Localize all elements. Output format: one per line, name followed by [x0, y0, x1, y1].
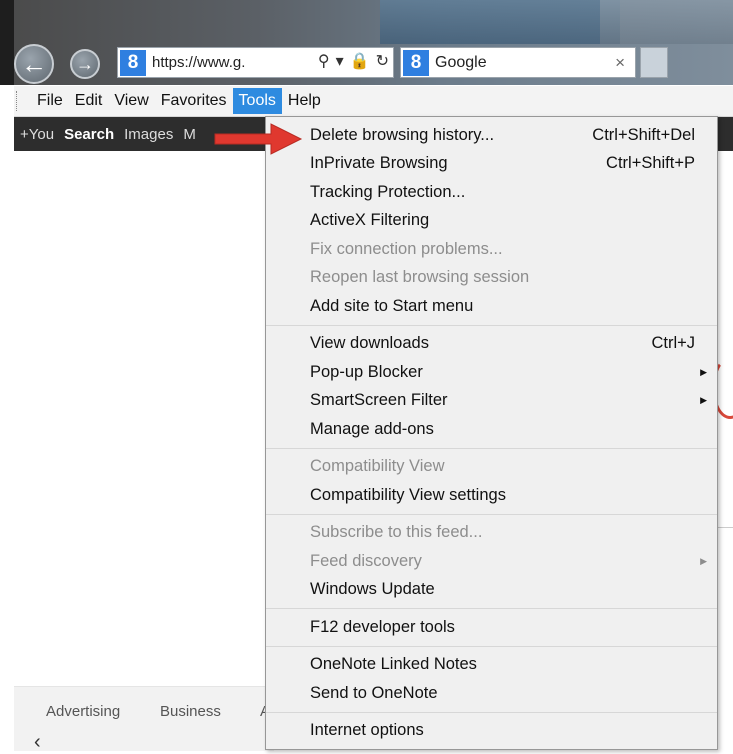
- tab-title: Google: [435, 53, 487, 71]
- page-footer: Advertising Business A ‹: [14, 686, 274, 754]
- desktop-background-right: [600, 0, 733, 44]
- menu-item-manage-addons[interactable]: Manage add-ons: [266, 415, 717, 444]
- menu-tools[interactable]: Tools: [232, 88, 282, 114]
- menu-item-inprivate-browsing[interactable]: InPrivate Browsing Ctrl+Shift+P: [266, 150, 717, 179]
- menu-item-label: Reopen last browsing session: [310, 268, 530, 287]
- menu-item-smartscreen-filter[interactable]: SmartScreen Filter ▶: [266, 387, 717, 416]
- menu-bar: File Edit View Favorites Tools Help: [14, 86, 733, 117]
- google-bar-maps[interactable]: M: [183, 126, 196, 143]
- refresh-icon[interactable]: ↻: [376, 51, 389, 71]
- menu-group: OneNote Linked Notes Send to OneNote: [266, 647, 717, 713]
- menu-item-activex-filtering[interactable]: ActiveX Filtering: [266, 207, 717, 236]
- menu-edit[interactable]: Edit: [69, 88, 109, 114]
- menu-item-shortcut: Ctrl+Shift+P: [606, 154, 695, 173]
- menu-item-label: SmartScreen Filter: [310, 391, 448, 410]
- menu-item-delete-browsing-history[interactable]: Delete browsing history... Ctrl+Shift+De…: [266, 121, 717, 150]
- menu-item-compatibility-view: Compatibility View: [266, 453, 717, 482]
- google-bar-you[interactable]: +You: [20, 126, 54, 143]
- menu-item-label: Add site to Start menu: [310, 296, 474, 315]
- submenu-arrow-icon: ▶: [700, 366, 707, 377]
- menu-item-feed-discovery: Feed discovery ▶: [266, 547, 717, 576]
- menu-item-label: Internet options: [310, 721, 424, 740]
- menu-group: View downloads Ctrl+J Pop-up Blocker ▶ S…: [266, 326, 717, 449]
- menu-item-f12-developer-tools[interactable]: F12 developer tools: [266, 613, 717, 642]
- menu-item-label: F12 developer tools: [310, 617, 455, 636]
- address-bar[interactable]: 8 https://www.g. ⚲ ▾ 🔒 ↻: [117, 47, 394, 78]
- tab-google[interactable]: 8 Google ×: [400, 47, 636, 78]
- menu-item-label: Tracking Protection...: [310, 182, 466, 201]
- menu-item-label: Delete browsing history...: [310, 125, 495, 144]
- menu-item-label: Pop-up Blocker: [310, 362, 423, 381]
- menu-item-shortcut: Ctrl+J: [651, 334, 695, 353]
- menu-item-label: Compatibility View: [310, 457, 445, 476]
- menu-item-label: Fix connection problems...: [310, 239, 503, 258]
- menu-item-label: OneNote Linked Notes: [310, 655, 477, 674]
- menu-item-windows-update[interactable]: Windows Update: [266, 576, 717, 605]
- page-divider: [718, 527, 733, 528]
- submenu-arrow-icon: ▶: [700, 555, 707, 566]
- back-button[interactable]: ←: [14, 44, 54, 84]
- menu-item-compatibility-view-settings[interactable]: Compatibility View settings: [266, 481, 717, 510]
- scroll-left-icon[interactable]: ‹: [34, 731, 41, 754]
- menu-item-fix-connection-problems: Fix connection problems...: [266, 235, 717, 264]
- google-bar-images[interactable]: Images: [124, 126, 173, 143]
- menu-item-label: Compatibility View settings: [310, 485, 506, 504]
- new-tab-button[interactable]: [640, 47, 668, 78]
- menu-item-label: Windows Update: [310, 580, 435, 599]
- footer-link-advertising[interactable]: Advertising: [46, 703, 120, 720]
- menu-item-popup-blocker[interactable]: Pop-up Blocker ▶: [266, 358, 717, 387]
- menu-group: Internet options: [266, 713, 717, 750]
- google-favicon-icon: 8: [120, 49, 146, 76]
- arrow-left-icon: ←: [21, 48, 47, 79]
- menu-group: F12 developer tools: [266, 609, 717, 647]
- menu-item-label: Manage add-ons: [310, 419, 434, 438]
- footer-link-business[interactable]: Business: [160, 703, 221, 720]
- menu-item-label: Send to OneNote: [310, 683, 438, 702]
- google-bar-search[interactable]: Search: [64, 126, 114, 143]
- search-icon[interactable]: ⚲: [318, 51, 330, 71]
- forward-button[interactable]: →: [70, 49, 100, 79]
- browser-chrome: ← → 8 https://www.g. ⚲ ▾ 🔒 ↻ 8 Google ×: [0, 0, 733, 85]
- menu-item-shortcut: Ctrl+Shift+Del: [592, 125, 695, 144]
- menu-item-tracking-protection[interactable]: Tracking Protection...: [266, 178, 717, 207]
- menu-item-label: InPrivate Browsing: [310, 154, 448, 173]
- menu-view[interactable]: View: [108, 88, 154, 114]
- close-tab-icon[interactable]: ×: [615, 53, 625, 73]
- address-url: https://www.g.: [152, 54, 246, 71]
- menu-item-onenote-linked-notes[interactable]: OneNote Linked Notes: [266, 651, 717, 680]
- menu-item-label: Subscribe to this feed...: [310, 523, 483, 542]
- tools-menu-dropdown: Delete browsing history... Ctrl+Shift+De…: [265, 116, 718, 750]
- menu-group: Delete browsing history... Ctrl+Shift+De…: [266, 117, 717, 326]
- menu-item-add-site-to-start[interactable]: Add site to Start menu: [266, 292, 717, 321]
- menu-item-reopen-last-session: Reopen last browsing session: [266, 264, 717, 293]
- menu-help[interactable]: Help: [282, 88, 327, 114]
- menu-favorites[interactable]: Favorites: [155, 88, 233, 114]
- menu-item-label: Feed discovery: [310, 551, 422, 570]
- menu-item-view-downloads[interactable]: View downloads Ctrl+J: [266, 330, 717, 359]
- desktop-background: [380, 0, 620, 44]
- submenu-arrow-icon: ▶: [700, 395, 707, 406]
- menu-item-label: ActiveX Filtering: [310, 211, 430, 230]
- red-annotation-arrow-icon: [214, 123, 303, 155]
- menu-file[interactable]: File: [31, 88, 69, 114]
- arrow-right-icon: →: [76, 53, 94, 74]
- menu-item-label: View downloads: [310, 334, 429, 353]
- dropdown-chevron-icon[interactable]: ▾: [336, 51, 344, 71]
- menu-item-internet-options[interactable]: Internet options: [266, 717, 717, 746]
- lock-icon[interactable]: 🔒: [350, 51, 370, 71]
- menu-item-subscribe-feed: Subscribe to this feed...: [266, 519, 717, 548]
- google-tab-favicon-icon: 8: [403, 49, 429, 76]
- menu-item-send-to-onenote[interactable]: Send to OneNote: [266, 679, 717, 708]
- menu-group: Subscribe to this feed... Feed discovery…: [266, 515, 717, 609]
- menu-group: Compatibility View Compatibility View se…: [266, 449, 717, 515]
